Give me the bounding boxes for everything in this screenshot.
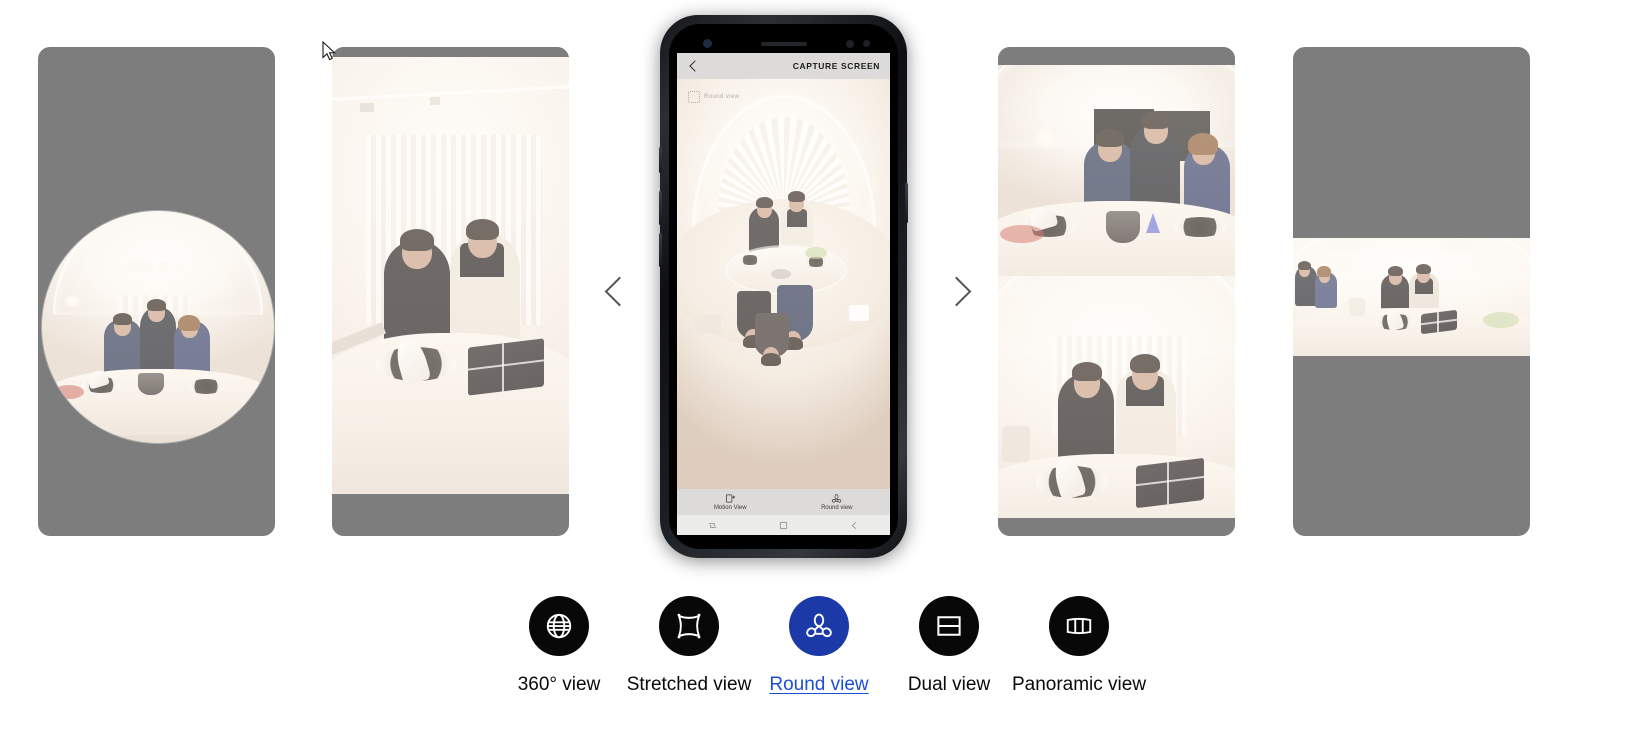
proximity-sensor-icon [863,40,870,47]
carousel-panel-round-view[interactable] [38,47,275,536]
carousel-prev-button[interactable] [597,270,637,314]
mode-icon-wrap-360-view [529,596,589,656]
view-mode-selector: 360° view Stretched view Round view Dual… [0,596,1638,696]
app-bottombar-item-motion-view[interactable]: Motion View [677,489,784,515]
mode-button-stretched-view[interactable]: Stretched view [624,596,754,696]
stretched-frame-icon [677,613,701,639]
mode-label-360-view: 360° view [517,674,601,695]
stretched-view-photo [332,57,569,494]
motion-view-icon [725,494,735,503]
dual-view-photo-top [998,65,1235,276]
carousel-next-button[interactable] [934,270,974,314]
app-title: CAPTURE SCREEN [792,61,880,71]
mode-button-dual-view[interactable]: Dual view [884,596,1014,696]
app-watermark-label: Round view [704,94,740,100]
app-photo-canvas[interactable]: Round view [677,79,890,489]
crop-frame-icon [688,91,700,103]
front-camera-icon [703,39,712,48]
chevron-right-icon [941,276,972,307]
phone-sensor-cluster [687,37,880,51]
app-back-button[interactable] [687,59,701,73]
round-view-icon [832,494,842,503]
mode-label-round-view: Round view [769,674,869,695]
phone-button-power[interactable] [905,183,908,223]
round-view-icon [806,613,832,638]
phone-screen: CAPTURE SCREEN Round view Motion View Ro… [677,53,890,535]
earpiece-speaker [760,42,807,46]
round-view-photo [42,211,274,443]
app-bottombar-label-round-view: Round view [821,505,853,511]
mode-label-panoramic-view: Panoramic view [1011,674,1147,695]
mode-label-stretched-view: Stretched view [626,674,752,695]
back-chevron-icon [851,521,857,529]
globe-grid-icon [546,613,572,639]
app-bottombar-label-motion-view: Motion View [713,505,747,511]
app-topbar: CAPTURE SCREEN [677,53,890,79]
mode-button-panoramic-view[interactable]: Panoramic view [1011,596,1147,696]
chevron-left-icon [604,276,635,307]
mode-label-dual-view: Dual view [907,674,991,695]
mode-button-round-view[interactable]: Round view [754,596,884,696]
app-bottombar: Motion View Round view [677,489,890,515]
app-bottombar-item-round-view[interactable]: Round view [784,489,891,515]
mode-icon-wrap-stretched-view [659,596,719,656]
recents-icon [708,522,717,528]
android-back-button[interactable] [819,515,890,535]
carousel-panel-panoramic-view[interactable] [1293,47,1530,536]
mode-button-360-view[interactable]: 360° view [494,596,624,696]
iris-sensor-icon [846,40,854,48]
android-home-button[interactable] [748,515,819,535]
android-navbar [677,515,890,535]
home-square-icon [779,521,788,529]
mode-icon-wrap-panoramic-view [1049,596,1109,656]
mode-icon-wrap-dual-view [919,596,979,656]
app-watermark: Round view [688,91,739,103]
phone-button-bixby[interactable] [659,147,662,173]
android-recents-button[interactable] [677,515,748,535]
phone-button-volume-up[interactable] [659,191,662,225]
carousel-panel-stretched-view[interactable] [332,47,569,536]
phone-device: CAPTURE SCREEN Round view Motion View Ro… [659,15,908,558]
phone-button-volume-down[interactable] [659,233,662,267]
dual-view-photo-bottom [998,276,1235,518]
panorama-icon [1066,617,1092,635]
view-mode-carousel: CAPTURE SCREEN Round view Motion View Ro… [0,0,1638,570]
phone-bezel: CAPTURE SCREEN Round view Motion View Ro… [669,24,898,549]
mode-icon-wrap-round-view [789,596,849,656]
carousel-panel-dual-view[interactable] [998,47,1235,536]
split-horizontal-icon [937,616,961,636]
panoramic-view-photo [1293,238,1530,356]
